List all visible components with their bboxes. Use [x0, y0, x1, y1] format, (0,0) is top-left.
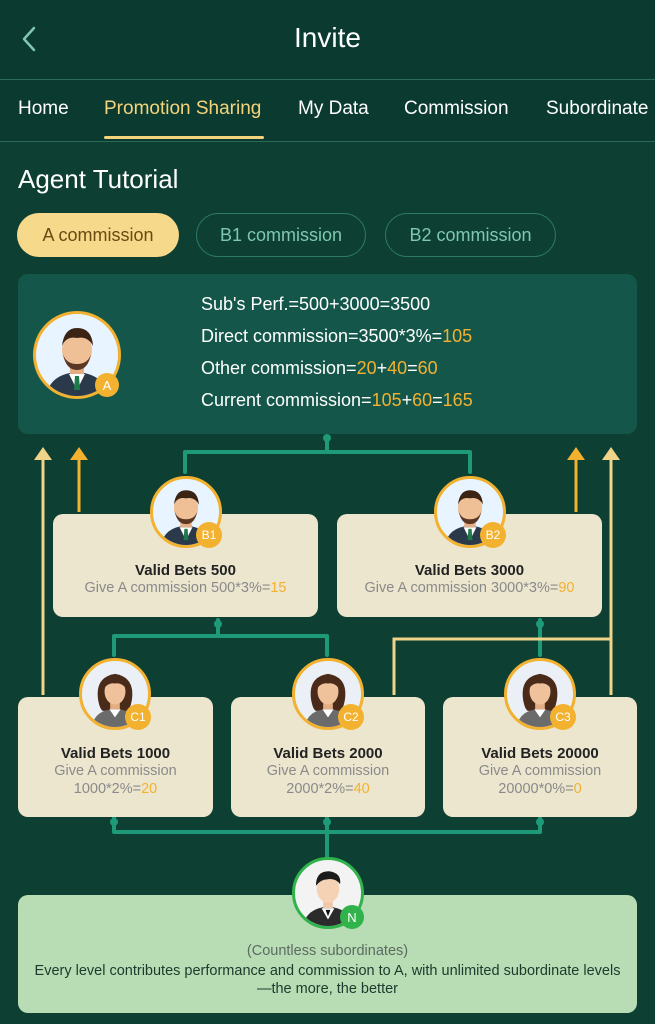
c3-give-commission: Give A commission: [478, 763, 602, 779]
level-badge-b1: B1: [196, 522, 222, 548]
b2-avatar: B2: [434, 476, 506, 548]
level-badge-c3: C3: [550, 704, 576, 730]
c2-give-commission: Give A commission: [266, 763, 390, 779]
direct-commission: Direct commission=3500*3%=105: [201, 326, 473, 346]
c2-avatar: C2: [292, 658, 364, 730]
level-badge-b2: B2: [480, 522, 506, 548]
level-badge-c2: C2: [338, 704, 364, 730]
c1-avatar: C1: [79, 658, 151, 730]
c1-commission-formula: 1000*2%=20: [73, 781, 158, 797]
level-badge-c1: C1: [125, 704, 151, 730]
b2-give-commission: Give A commission 3000*3%=90: [364, 580, 575, 596]
level-badge-a: A: [95, 373, 119, 397]
c1-valid-bets: Valid Bets 1000: [60, 745, 171, 762]
c2-commission-formula: 2000*2%=40: [286, 781, 370, 797]
subordinate-performance: Sub's Perf.=500+3000=3500: [201, 294, 431, 314]
c3-commission-formula: 20000*0%=0: [498, 781, 582, 797]
b2-valid-bets: Valid Bets 3000: [414, 562, 525, 579]
c3-valid-bets: Valid Bets 20000: [481, 745, 599, 762]
current-commission: Current commission=105+60=165: [201, 390, 473, 410]
other-commission: Other commission=20+40=60: [201, 358, 438, 378]
c1-give-commission: Give A commission: [54, 763, 177, 779]
b1-give-commission: Give A commission 500*3%=15: [84, 580, 287, 596]
countless-subordinates-note: (Countless subordinates): [246, 943, 409, 959]
agent-a-avatar: A: [33, 311, 121, 399]
c2-valid-bets: Valid Bets 2000: [273, 745, 383, 762]
countless-subordinates-description: Every level contributes performance and …: [34, 963, 621, 997]
b1-valid-bets: Valid Bets 500: [135, 562, 236, 579]
n-avatar: N: [292, 857, 364, 929]
level-badge-n: N: [340, 905, 364, 929]
c3-avatar: C3: [504, 658, 576, 730]
b1-avatar: B1: [150, 476, 222, 548]
